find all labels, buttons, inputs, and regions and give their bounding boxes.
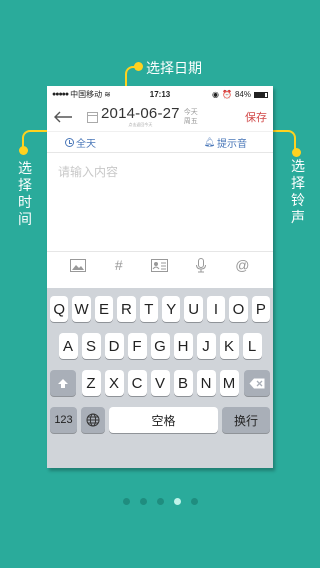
space-key[interactable]: 空格 bbox=[109, 407, 218, 433]
status-bar: ●●●●● 中国移动 ≋ 17:13 ◉ ⏰ 84% bbox=[47, 86, 273, 103]
key-x[interactable]: X bbox=[104, 370, 124, 396]
phone-screen: ●●●●● 中国移动 ≋ 17:13 ◉ ⏰ 84% 2014-06-27 点击… bbox=[47, 86, 273, 468]
date-picker[interactable]: 2014-06-27 点击返回今天 今天 周五 bbox=[87, 106, 198, 128]
key-j[interactable]: J bbox=[196, 333, 216, 359]
allday-time-selector[interactable]: 全天 bbox=[65, 135, 96, 150]
status-time: 17:13 bbox=[149, 90, 171, 99]
page-dot[interactable] bbox=[190, 498, 198, 505]
allday-label: 全天 bbox=[76, 138, 96, 150]
key-h[interactable]: H bbox=[173, 333, 193, 359]
callout-select-date: 选择日期 bbox=[146, 60, 202, 76]
calendar-icon bbox=[87, 111, 98, 123]
key-d[interactable]: D bbox=[104, 333, 124, 359]
page-dot[interactable] bbox=[139, 498, 147, 505]
callout-dot-ringtone-right bbox=[292, 148, 301, 157]
numbers-key[interactable]: 123 bbox=[50, 407, 77, 433]
nav-bar: 2014-06-27 点击返回今天 今天 周五 保存 bbox=[47, 103, 273, 131]
page-indicator bbox=[0, 498, 320, 505]
contact-card-icon[interactable] bbox=[149, 254, 171, 276]
key-l[interactable]: L bbox=[242, 333, 262, 359]
return-key[interactable]: 换行 bbox=[222, 407, 270, 433]
microphone-icon[interactable] bbox=[190, 254, 212, 276]
key-i[interactable]: I bbox=[206, 296, 226, 322]
backspace-key[interactable] bbox=[244, 370, 270, 396]
clock-icon bbox=[65, 137, 74, 147]
key-v[interactable]: V bbox=[150, 370, 170, 396]
callout-dot-time-top bbox=[19, 146, 28, 155]
save-button[interactable]: 保存 bbox=[245, 109, 267, 125]
key-y[interactable]: Y bbox=[162, 296, 181, 322]
callout-dot-date-top bbox=[134, 62, 143, 71]
accessory-bar: # @ bbox=[47, 252, 273, 278]
selected-date: 2014-06-27 bbox=[101, 105, 180, 122]
content-placeholder: 请输入内容 bbox=[58, 165, 119, 179]
key-u[interactable]: U bbox=[184, 296, 203, 322]
key-g[interactable]: G bbox=[150, 333, 170, 359]
key-w[interactable]: W bbox=[72, 296, 91, 322]
key-n[interactable]: N bbox=[196, 370, 216, 396]
key-q[interactable]: Q bbox=[49, 296, 69, 322]
bell-icon: 🔔︎ bbox=[203, 136, 215, 147]
key-p[interactable]: P bbox=[251, 296, 271, 322]
at-icon[interactable]: @ bbox=[231, 254, 253, 276]
key-r[interactable]: R bbox=[117, 296, 136, 322]
key-s[interactable]: S bbox=[81, 333, 101, 359]
page-dot[interactable] bbox=[156, 498, 164, 505]
callout-select-time: 选择时间 bbox=[18, 160, 32, 227]
weekday: 周五 bbox=[183, 118, 198, 125]
image-icon[interactable] bbox=[67, 254, 89, 276]
key-c[interactable]: C bbox=[127, 370, 147, 396]
key-z[interactable]: Z bbox=[81, 370, 101, 396]
shift-key[interactable] bbox=[50, 370, 76, 396]
content-input[interactable]: 请输入内容 bbox=[47, 153, 273, 252]
day-relative: 今天 bbox=[183, 109, 198, 116]
key-b[interactable]: B bbox=[173, 370, 193, 396]
back-arrow-icon[interactable] bbox=[53, 107, 75, 127]
ringtone-selector[interactable]: 🔔︎ 提示音 bbox=[204, 135, 247, 150]
page-dot[interactable] bbox=[122, 498, 130, 505]
keyboard: QWERTYUIOP ASDFGHJKL ZXCVBNM 123 空格 换行 bbox=[47, 288, 273, 468]
ringtone-label: 提示音 bbox=[217, 138, 247, 150]
key-f[interactable]: F bbox=[127, 333, 147, 359]
key-m[interactable]: M bbox=[219, 370, 239, 396]
date-hint: 点击返回今天 bbox=[128, 122, 153, 127]
battery-icon bbox=[254, 91, 268, 98]
globe-key[interactable] bbox=[81, 407, 105, 433]
page-dot[interactable] bbox=[173, 498, 181, 505]
key-t[interactable]: T bbox=[139, 296, 158, 322]
key-e[interactable]: E bbox=[94, 296, 114, 322]
key-o[interactable]: O bbox=[229, 296, 248, 322]
callout-select-ringtone: 选择铃声 bbox=[291, 158, 305, 225]
options-row: 全天 🔔︎ 提示音 bbox=[47, 131, 273, 153]
key-a[interactable]: A bbox=[58, 333, 78, 359]
key-k[interactable]: K bbox=[219, 333, 239, 359]
hashtag-icon[interactable]: # bbox=[108, 254, 130, 276]
